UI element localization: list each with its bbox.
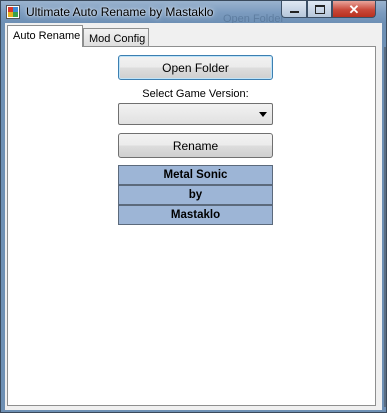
- credit-line-2: by: [118, 185, 273, 205]
- window-title: Ultimate Auto Rename by Mastaklo: [26, 5, 214, 19]
- chevron-down-icon[interactable]: [259, 112, 267, 117]
- minimize-button[interactable]: [281, 1, 307, 18]
- open-folder-button[interactable]: Open Folder: [118, 55, 273, 80]
- tab-mod-config[interactable]: Mod Config: [83, 28, 149, 48]
- credit-line-1: Metal Sonic: [118, 165, 273, 185]
- app-icon[interactable]: [6, 5, 20, 19]
- credit-line-3: Mastaklo: [118, 205, 273, 225]
- game-version-select[interactable]: [118, 103, 273, 125]
- close-icon: ✕: [348, 1, 360, 17]
- app-window: Ultimate Auto Rename by Mastaklo Open Fo…: [0, 0, 387, 413]
- maximize-button[interactable]: [307, 1, 332, 18]
- tab-auto-rename[interactable]: Auto Rename: [7, 25, 83, 47]
- background-window-edge: [384, 47, 386, 407]
- select-game-version-label: Select Game Version:: [142, 88, 249, 100]
- minimize-icon: [289, 10, 299, 13]
- close-button[interactable]: ✕: [332, 1, 376, 18]
- auto-rename-panel: Open Folder Select Game Version: Rename …: [7, 46, 376, 406]
- maximize-icon: [314, 4, 325, 14]
- rename-button[interactable]: Rename: [118, 133, 273, 158]
- client-area: Auto Rename Mod Config Open Folder Selec…: [5, 23, 382, 410]
- title-bar[interactable]: Ultimate Auto Rename by Mastaklo Open Fo…: [1, 1, 386, 25]
